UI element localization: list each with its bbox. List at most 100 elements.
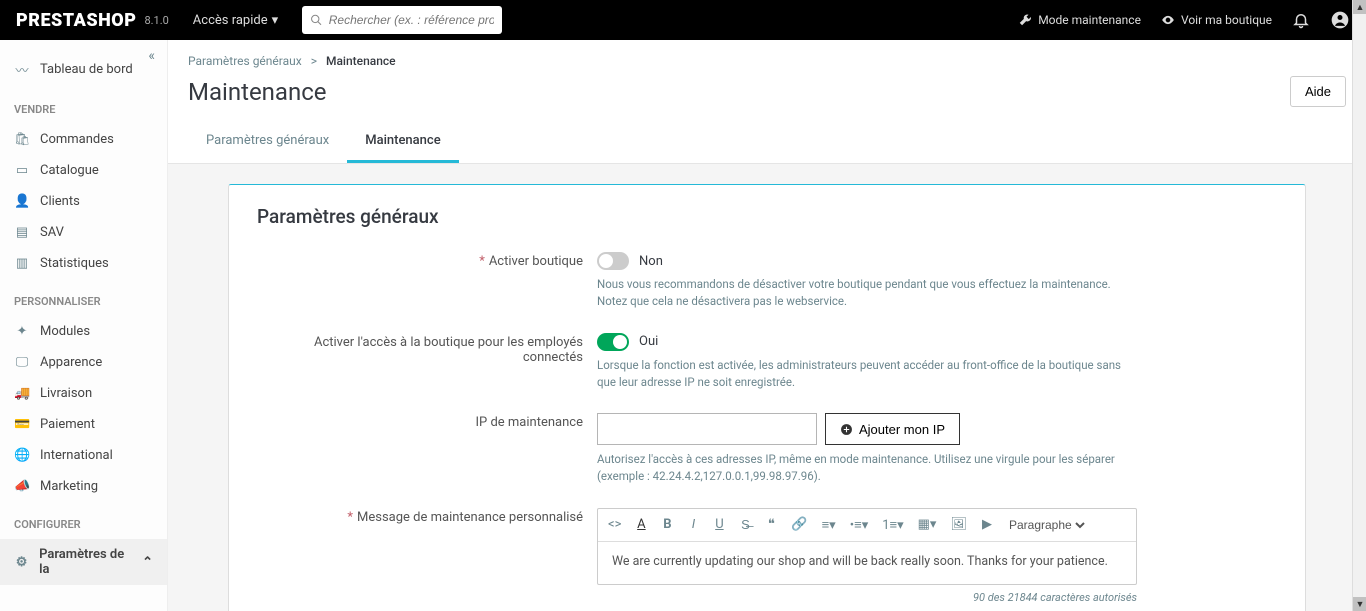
sidebar-item-label: Modules [40,324,90,339]
top-bar: PRESTASHOP 8.1.0 Accès rapide ▾ Mode mai… [0,0,1366,40]
sidebar-item-customers[interactable]: 👤 Clients [0,186,167,217]
scroll-down-icon[interactable]: ▼ [1353,597,1366,611]
quote-icon[interactable]: ❝ [763,515,779,534]
trending-icon: 〰 [14,60,30,79]
tabs: Paramètres généraux Maintenance [188,121,1346,163]
sidebar-item-label: Tableau de bord [40,62,133,77]
chevron-down-icon: ▾ [272,13,279,28]
paragraph-select[interactable]: Paragraphe [1005,517,1088,533]
sidebar-head-improve: PERSONNALISER [0,279,167,316]
sidebar-item-label: Catalogue [40,163,99,178]
sidebar-item-label: Paramètres de la [39,547,132,577]
video-icon[interactable]: ▶ [979,515,995,534]
quick-access-menu[interactable]: Accès rapide ▾ [193,13,278,28]
enable-employees-label: Activer l'accès à la boutique pour les e… [314,335,583,365]
sidebar-item-sav[interactable]: ▤SAV [0,217,167,248]
bell-icon[interactable] [1292,11,1310,29]
tab-maintenance[interactable]: Maintenance [347,121,458,163]
table-icon[interactable]: ▦▾ [916,515,939,534]
sidebar-item-label: International [40,448,113,463]
chart-icon: ▥ [14,256,30,271]
sidebar-item-orders[interactable]: 🛍Commandes [0,124,167,155]
link-icon[interactable]: 🔗 [789,515,809,534]
sidebar-item-label: Commandes [40,132,114,147]
card-icon: 💳 [14,417,30,432]
breadcrumb-parent[interactable]: Paramètres généraux [188,54,302,68]
maintenance-mode-link[interactable]: Mode maintenance [1018,13,1141,27]
sidebar-item-modules[interactable]: ✦ Modules [0,316,167,347]
settings-card: Paramètres généraux *Activer boutique No… [228,184,1306,611]
enable-shop-value: Non [639,254,663,269]
enable-shop-toggle[interactable] [597,252,629,270]
truck-icon: 🚚 [14,386,30,401]
tab-general[interactable]: Paramètres généraux [188,121,347,163]
breadcrumb-sep: > [311,54,317,68]
sidebar-item-catalog[interactable]: ▭ Catalogue [0,155,167,186]
sidebar-item-marketing[interactable]: 📣Marketing [0,471,167,502]
enable-shop-help: Nous vous recommandons de désactiver vot… [597,276,1137,311]
code-icon[interactable]: <> [606,515,623,534]
gear-icon: ⚙ [14,555,29,570]
sidebar-item-payment[interactable]: 💳Paiement [0,409,167,440]
collapse-sidebar-icon[interactable]: « [148,48,155,64]
sidebar-item-shop-params[interactable]: ⚙ Paramètres de la ⌃ [0,539,167,585]
italic-icon[interactable]: I [685,515,701,534]
enable-employees-toggle[interactable] [597,333,629,351]
maintenance-ip-help: Autorisez l'accès à ces adresses IP, mêm… [597,451,1137,486]
help-button[interactable]: Aide [1290,76,1346,107]
sidebar-item-design[interactable]: 🖵Apparence [0,347,167,378]
sidebar-item-international[interactable]: 🌐International [0,440,167,471]
search-input[interactable] [329,13,494,27]
sidebar-item-dashboard[interactable]: 〰 Tableau de bord [0,52,167,87]
sidebar-item-label: Clients [40,194,80,209]
sidebar: « 〰 Tableau de bord VENDRE 🛍Commandes ▭ Ca… [0,40,168,611]
avatar-icon[interactable] [1330,10,1350,30]
char-count: 90 des 21844 caractères autorisés [597,591,1137,604]
row-enable-shop: *Activer boutique Non Nous vous recomman… [257,252,1277,311]
megaphone-icon: 📣 [14,479,30,494]
bold-icon[interactable]: B [659,515,675,534]
sidebar-item-stats[interactable]: ▥ Statistiques [0,248,167,279]
editor-body[interactable]: We are currently updating our shop and w… [598,542,1136,584]
brand-logo: PRESTASHOP [16,10,136,31]
align-icon[interactable]: ≡▾ [820,515,838,535]
image-icon[interactable]: 🖼 [948,515,969,534]
add-ip-button[interactable]: Ajouter mon IP [825,413,960,445]
sidebar-item-label: Statistiques [40,256,109,271]
topbar-right: Mode maintenance Voir ma boutique [1018,10,1350,30]
sidebar-head-configure: CONFIGURER [0,502,167,539]
enable-employees-value: Oui [639,334,658,349]
wrench-icon [1018,13,1032,27]
row-custom-message: *Message de maintenance personnalisé <> … [257,508,1277,604]
page-title: Maintenance [188,78,327,106]
search-icon [310,13,323,27]
scrollbar-track[interactable]: ▲ ▼ [1352,0,1366,611]
maintenance-ip-input[interactable] [597,413,817,445]
breadcrumb: Paramètres généraux > Maintenance [188,54,1346,68]
sidebar-head-sell: VENDRE [0,87,167,124]
textcolor-icon[interactable]: A [633,515,649,534]
maintenance-ip-label: IP de maintenance [476,415,584,430]
row-maintenance-ip: IP de maintenance Ajouter mon IP Autoris… [257,413,1277,486]
bullet-list-icon[interactable]: •≡▾ [848,515,871,535]
number-list-icon[interactable]: 1≡▾ [880,515,905,535]
rich-text-editor: <> A B I U S̶ ❝ 🔗 ≡▾ •≡▾ 1≡▾ [597,508,1137,585]
sidebar-item-label: Livraison [40,386,92,401]
view-shop-link[interactable]: Voir ma boutique [1161,13,1272,27]
enable-shop-label: Activer boutique [489,254,583,269]
plus-circle-icon [840,423,853,436]
strike-icon[interactable]: S̶ [737,515,753,535]
maintenance-mode-label: Mode maintenance [1038,13,1141,27]
card-title: Paramètres généraux [257,205,1277,228]
chevron-up-icon: ⌃ [142,555,153,570]
puzzle-icon: ✦ [14,324,30,339]
sidebar-item-shipping[interactable]: 🚚 Livraison [0,378,167,409]
sidebar-item-label: Apparence [40,355,102,370]
scroll-up-icon[interactable]: ▲ [1353,0,1366,14]
custom-message-label: Message de maintenance personnalisé [357,510,583,525]
version-label: 8.1.0 [144,14,168,27]
person-icon: 👤 [14,194,30,209]
tag-icon: ▭ [14,163,30,178]
underline-icon[interactable]: U [711,515,727,534]
chat-icon: ▤ [14,225,30,240]
